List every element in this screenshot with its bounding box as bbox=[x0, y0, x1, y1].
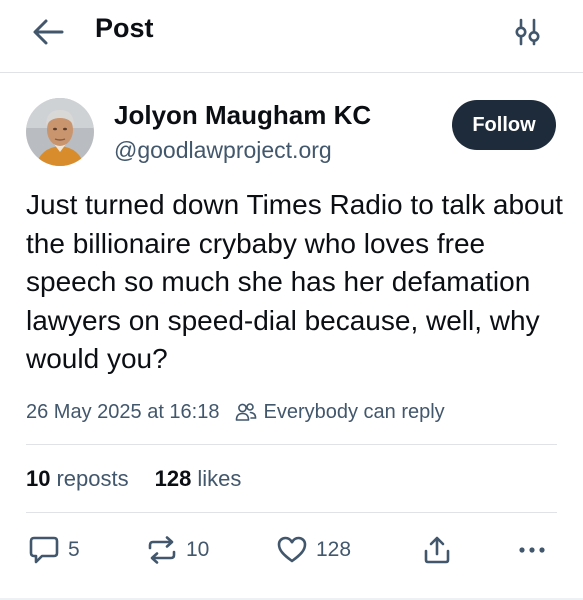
top-bar: Post bbox=[0, 0, 583, 73]
reply-button[interactable]: 5 bbox=[28, 530, 80, 570]
heart-icon bbox=[277, 536, 307, 563]
repost-button[interactable]: 10 bbox=[146, 530, 209, 570]
action-bar: 5 10 128 bbox=[0, 530, 583, 570]
page-title: Post bbox=[95, 13, 154, 43]
reply-count: 5 bbox=[68, 538, 80, 561]
repost-count: 10 bbox=[186, 538, 210, 561]
likes-label: likes bbox=[197, 466, 242, 491]
sliders-icon bbox=[515, 18, 540, 46]
comment-icon bbox=[29, 536, 59, 564]
repost-icon bbox=[148, 536, 176, 564]
avatar-image bbox=[26, 98, 94, 166]
more-options-button[interactable] bbox=[516, 530, 548, 570]
thread-settings-button[interactable] bbox=[510, 14, 546, 50]
share-button[interactable] bbox=[422, 530, 452, 570]
post-stats: 10 reposts 128 likes bbox=[26, 464, 241, 494]
reposts-label: reposts bbox=[56, 466, 129, 491]
people-icon bbox=[236, 403, 257, 421]
divider bbox=[26, 444, 557, 445]
arrow-left-icon bbox=[33, 19, 64, 45]
reposts-stat[interactable]: 10 reposts bbox=[26, 466, 129, 492]
post-text: Just turned down Times Radio to talk abo… bbox=[26, 189, 563, 374]
like-button[interactable]: 128 bbox=[276, 530, 351, 570]
like-count: 128 bbox=[316, 538, 352, 561]
follow-button[interactable]: Follow bbox=[452, 100, 556, 150]
post-timestamp: 26 May 2025 at 16:18 bbox=[26, 400, 220, 423]
reply-setting-label: Everybody can reply bbox=[263, 400, 445, 423]
likes-count: 128 bbox=[154, 466, 192, 491]
divider bbox=[26, 512, 557, 513]
author-handle[interactable]: @goodlawproject.org bbox=[114, 137, 332, 164]
back-button[interactable] bbox=[30, 14, 66, 50]
reposts-count: 10 bbox=[26, 466, 51, 491]
ellipsis-icon bbox=[519, 547, 545, 553]
likes-stat[interactable]: 128 likes bbox=[155, 466, 242, 492]
share-icon bbox=[424, 536, 450, 564]
reply-setting[interactable]: Everybody can reply bbox=[235, 400, 445, 424]
avatar[interactable] bbox=[26, 98, 94, 166]
author-name[interactable]: Jolyon Maugham KC bbox=[114, 100, 371, 131]
post-meta: 26 May 2025 at 16:18 Everybody can reply bbox=[26, 398, 445, 426]
